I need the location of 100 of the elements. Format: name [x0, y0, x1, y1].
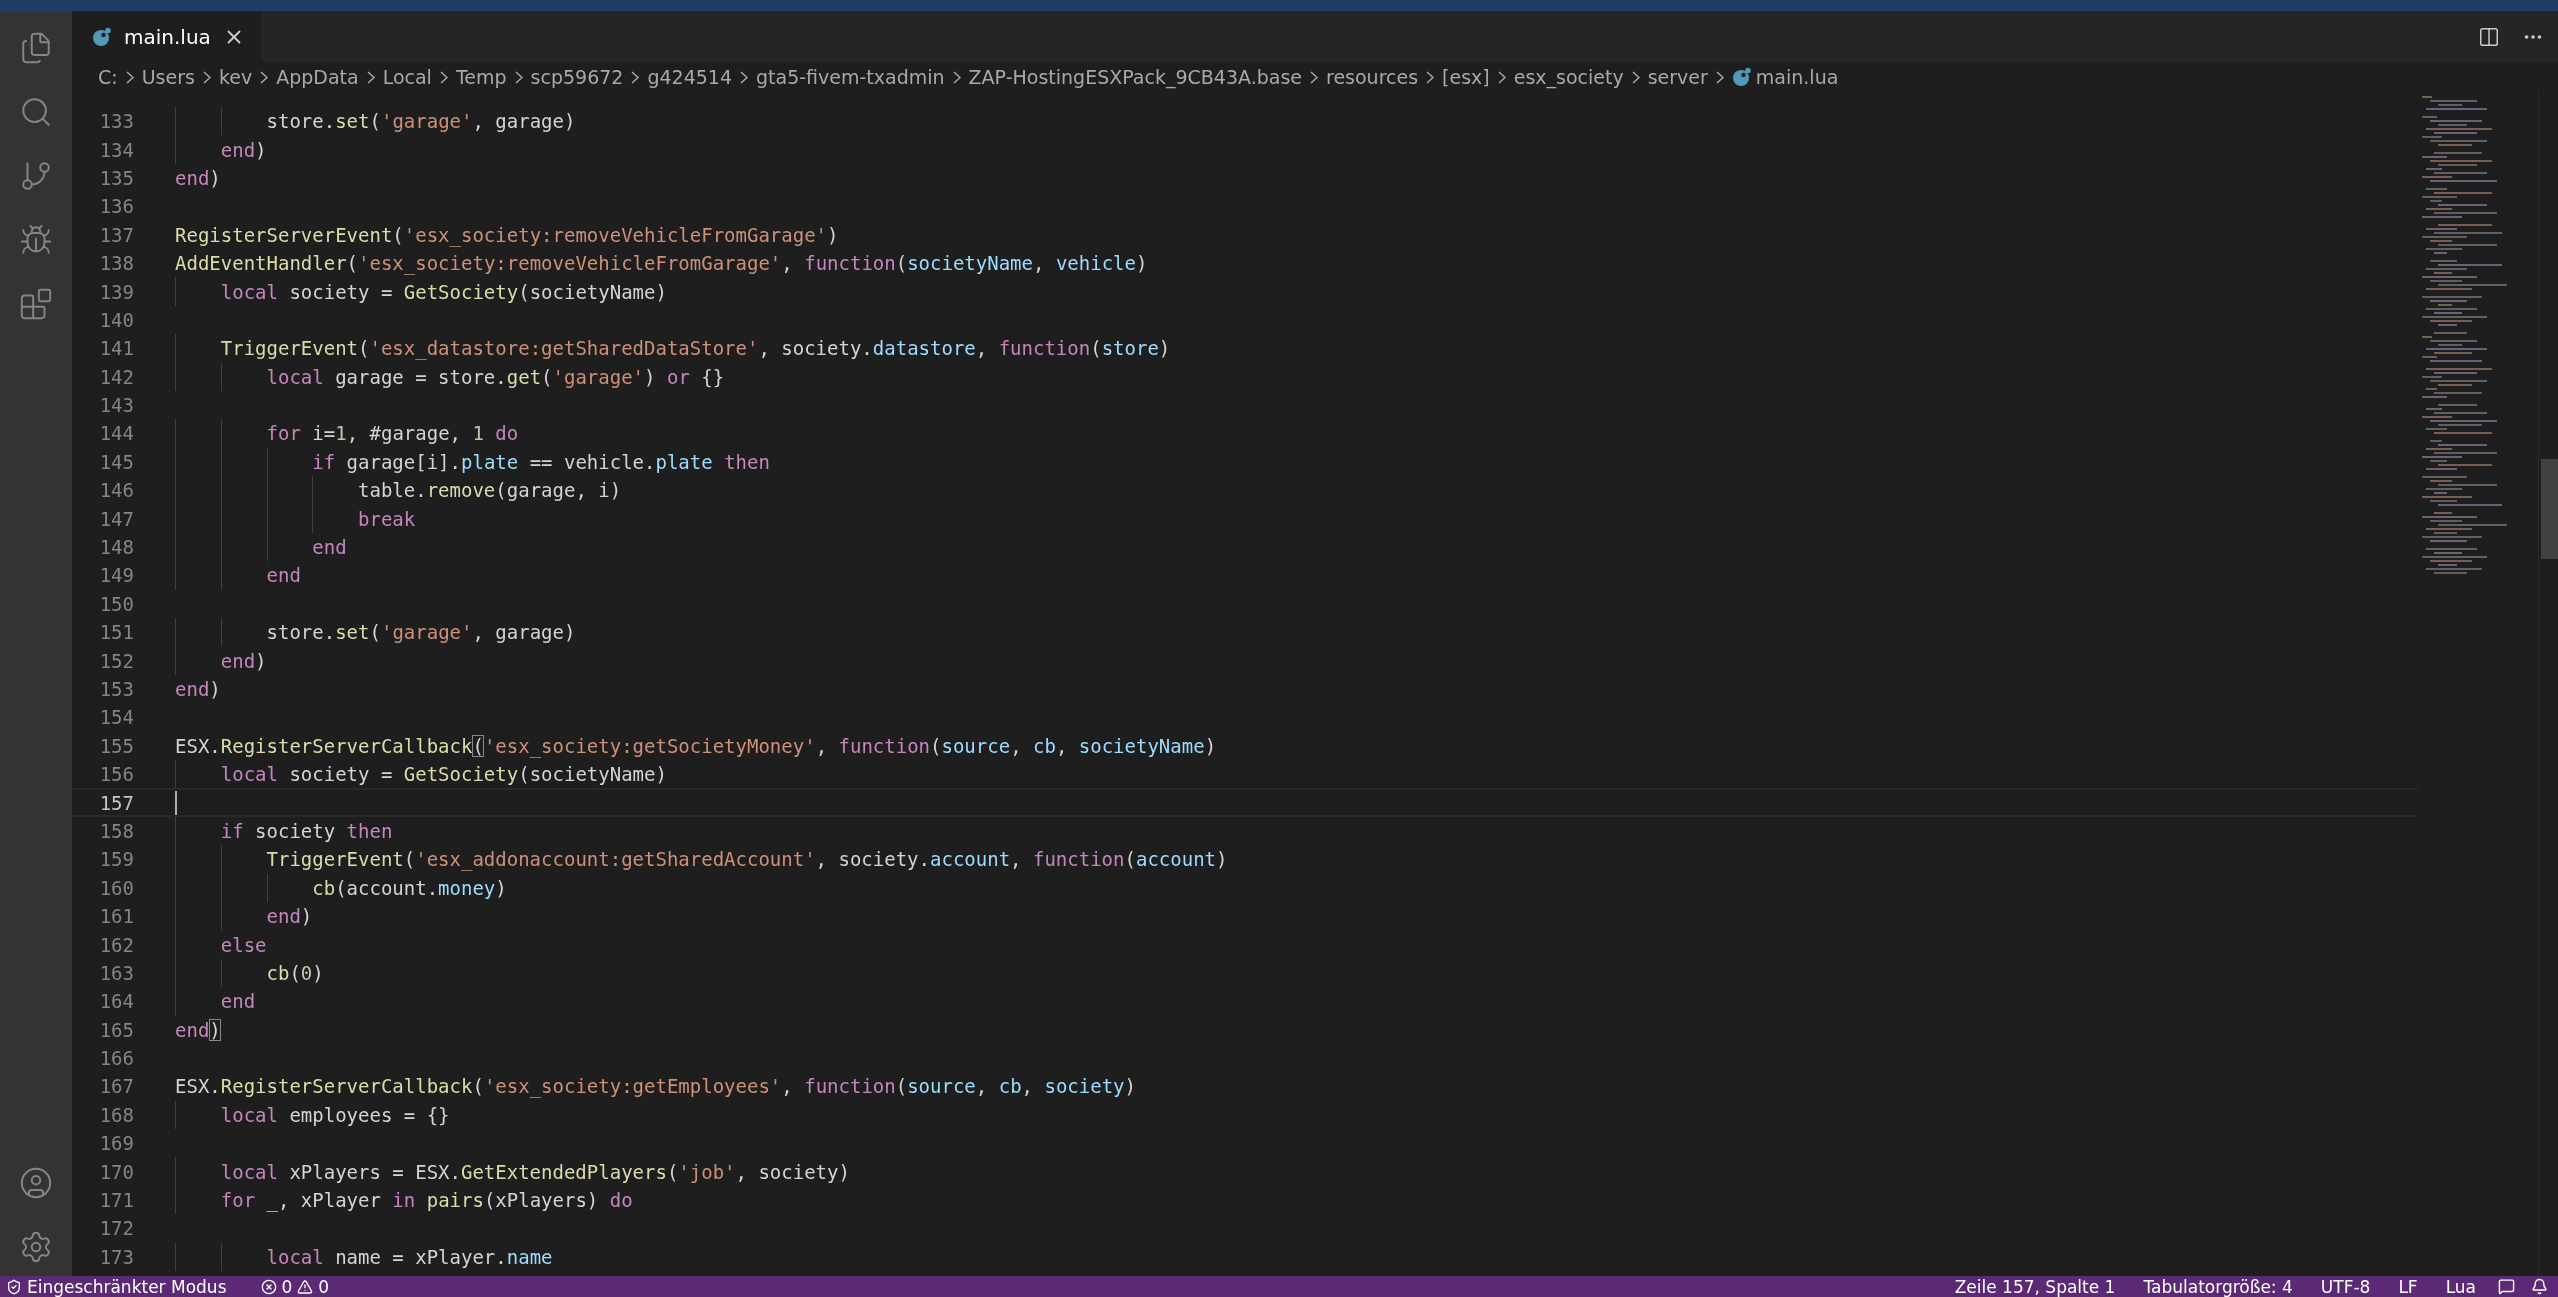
chevron-icon [1426, 70, 1435, 84]
breadcrumb-item[interactable]: resources [1326, 66, 1419, 88]
code-line: ESX.RegisterServerCallback('esx_society:getSocietyMoney', function(source, cb, societyName) [175, 734, 1217, 757]
code-line: local society = GetSociety(societyName) [219, 763, 667, 786]
line-number: 147 [98, 507, 134, 530]
line-number: 141 [98, 337, 134, 360]
breadcrumb-item[interactable]: esx_society [1513, 66, 1624, 88]
restricted-mode-item[interactable]: Eingeschränkter Modus [0, 1276, 233, 1297]
status-item[interactable]: Zeile 157, Spalte 1 [1948, 1276, 2122, 1297]
code-line: local xPlayers = ESX.GetExtendedPlayers('job', society) [219, 1160, 850, 1183]
chevron-icon [1310, 70, 1318, 84]
chevron-icon [202, 70, 211, 84]
error-icon [260, 1278, 277, 1295]
line-number: 159 [98, 848, 134, 871]
status-item[interactable]: Lua [2439, 1276, 2482, 1297]
code-line: store.set('garage', garage) [265, 110, 576, 133]
breadcrumb-item[interactable]: [esx] [1442, 66, 1490, 88]
line-number: 171 [98, 1189, 134, 1212]
breadcrumb-item[interactable]: kev [218, 66, 253, 88]
explorer-icon[interactable] [19, 31, 53, 65]
code-line: if garage[i].plate == vehicle.plate then [311, 450, 770, 473]
text-cursor [175, 790, 177, 815]
breadcrumb-item[interactable]: AppData [276, 66, 359, 88]
breadcrumb-item[interactable]: C: [98, 66, 118, 88]
line-number: 165 [98, 1018, 134, 1041]
line-number: 138 [98, 252, 134, 275]
line-number: 160 [98, 876, 134, 899]
line-number: 144 [98, 422, 134, 445]
breadcrumb-item[interactable]: Users [141, 66, 195, 88]
line-number: 157 [98, 791, 134, 814]
line-number: 169 [98, 1132, 134, 1155]
line-number: 172 [98, 1217, 134, 1240]
code-line: TriggerEvent('esx_datastore:getSharedDataStore', society.datastore, function(store) [219, 337, 1171, 360]
line-number: 150 [98, 592, 134, 615]
source-control-icon[interactable] [19, 159, 53, 193]
line-number: 137 [98, 223, 134, 246]
code-line: cb(account.money) [311, 876, 507, 899]
line-number: 170 [98, 1160, 134, 1183]
line-number: 151 [98, 621, 134, 644]
line-number: 168 [98, 1103, 134, 1126]
breadcrumb-item[interactable]: Local [382, 66, 432, 88]
code-line: end) [219, 138, 267, 161]
line-number: 142 [98, 365, 134, 388]
code-line: break [357, 507, 416, 530]
settings-icon[interactable] [19, 1230, 53, 1264]
breadcrumb-item[interactable]: scp59672 [530, 66, 624, 88]
code-line: end [265, 564, 301, 587]
lua-file-icon [1731, 67, 1752, 87]
run-debug-icon[interactable] [19, 223, 53, 257]
breadcrumb-item[interactable]: g424514 [647, 66, 732, 88]
line-number: 166 [98, 1047, 134, 1070]
shield-icon [6, 1278, 22, 1295]
line-number: 161 [98, 905, 134, 928]
code-line: end) [175, 678, 221, 700]
search-icon[interactable] [19, 95, 53, 129]
line-number: 143 [98, 394, 134, 417]
code-line: end [219, 990, 256, 1013]
status-item[interactable]: LF [2392, 1276, 2424, 1297]
code-line: ESX.RegisterServerCallback('esx_society:getEmployees', function(source, cb, society) [175, 1075, 1136, 1098]
feedback-icon[interactable] [2498, 1278, 2515, 1295]
status-item[interactable]: Tabulatorgröße: 4 [2137, 1276, 2299, 1297]
breadcrumb-item[interactable]: server [1647, 66, 1708, 88]
code-line: cb(0) [265, 961, 324, 984]
problems-item[interactable]: 0 0 [254, 1276, 336, 1297]
line-number: 162 [98, 933, 134, 956]
notification-icon[interactable] [2531, 1278, 2548, 1295]
chevron-icon [952, 70, 961, 84]
split-editor-icon[interactable] [2478, 25, 2500, 48]
code-line: local garage = store.get('garage') or {} [265, 365, 725, 388]
extensions-icon[interactable] [19, 287, 53, 321]
line-number: 140 [98, 308, 134, 331]
chevron-icon [366, 70, 375, 84]
scrollbar-thumb[interactable] [2541, 459, 2558, 559]
line-number: 148 [98, 536, 134, 559]
breadcrumb-item[interactable]: ZAP-HostingESXPack_9CB43A.base [968, 66, 1302, 88]
line-number: 136 [98, 195, 134, 218]
code-line: TriggerEvent('esx_addonaccount:getSharedAccount', society.account, function(account) [265, 848, 1228, 871]
breadcrumb-item[interactable]: gta5-fivem-txadmin [756, 66, 945, 88]
line-number: 158 [98, 819, 134, 842]
status-item[interactable]: UTF-8 [2314, 1276, 2377, 1297]
lua-file-icon [92, 26, 112, 47]
breadcrumb-item[interactable]: main.lua [1755, 66, 1839, 88]
line-number: 134 [98, 138, 134, 161]
code-line: store.set('garage', garage) [265, 621, 576, 644]
code-line: if society then [219, 819, 393, 842]
chevron-icon [260, 70, 269, 84]
line-number: 156 [98, 763, 134, 786]
editor-tab[interactable]: main.lua [72, 11, 261, 62]
line-number: 145 [98, 450, 134, 473]
chevron-icon [1631, 70, 1640, 84]
chevron-icon [125, 70, 134, 84]
code-line: else [219, 933, 267, 956]
code-line: end) [219, 649, 267, 672]
breadcrumb-item[interactable]: Temp [455, 66, 507, 88]
line-number: 164 [98, 990, 134, 1013]
line-number: 154 [98, 706, 134, 729]
line-number: 152 [98, 649, 134, 672]
account-icon[interactable] [19, 1166, 53, 1200]
code-line: local name = xPlayer.name [265, 1245, 553, 1268]
code-line: local employees = {} [219, 1103, 450, 1126]
